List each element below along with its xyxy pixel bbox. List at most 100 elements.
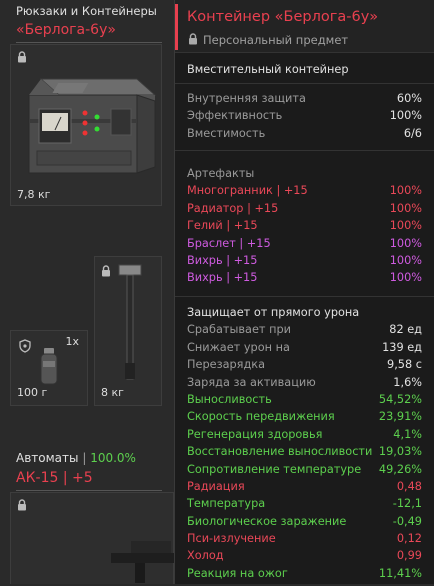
effect-stat-label: Пси-излучение [187,532,276,546]
artifact-value: 100% [389,201,422,215]
artifact-value: 100% [389,271,422,285]
effect-stat-label: Реакция на ожог [187,566,288,580]
artifact-row: Гелий | +15 100% [175,217,434,234]
weapon-upgrade: | +5 [62,470,93,486]
item-type: Вместительный контейнер [187,63,349,76]
basic-stat-value: 6/6 [403,126,422,140]
effect-stat-row: Скорость передвижения 23,91% [175,408,434,425]
artifact-label: Браслет | +15 [187,236,271,250]
artifact-label: Радиатор | +15 [187,201,279,215]
inventory-panel: Рюкзаки и Контейнеры «Берлога-6у» 7,8 кг… [0,0,180,584]
basic-stat-value: 60% [396,92,422,105]
artifact-row: Браслет | +15 100% [175,235,434,252]
basic-stat-row: Вместимость 6/6 [175,125,434,142]
effect-stat-row: Холод 0,99 [175,547,434,564]
lock-icon [17,499,27,511]
container-slot[interactable]: 7,8 кг [10,44,162,206]
grenade-count: 1х [65,335,79,348]
container-weight: 7,8 кг [17,188,51,201]
type-section: Вместительный контейнер [175,58,434,84]
effect-stat-row: Реакция на ожог 11,41% [175,565,434,582]
lock-icon [101,265,111,277]
effect-stat-label: Регенерация здоровья [187,427,323,441]
artifacts-header: Артефакты [187,167,255,180]
protection-stat-label: Снижает урон на [187,340,290,354]
hammer-slot[interactable]: 8 кг [94,256,162,406]
protection-stat-label: Срабатывает при [187,323,291,337]
tooltip-header: Контейнер «Берлога-6у» Персональный пред… [175,0,434,53]
artifact-label: Гелий | +15 [187,219,258,233]
effect-stat-label: Температура [187,497,266,511]
rifle-image [111,513,175,586]
effect-stat-label: Биологическое заражение [187,514,347,528]
artifacts-section: Артефакты Многогранник | +15 100% Радиатор… [175,157,434,297]
effect-stat-value: -0,49 [392,514,422,528]
weapons-label: Автоматы [16,451,79,465]
artifact-label: Многогранник | +15 [187,184,308,198]
effect-stat-label: Восстановление выносливости [187,445,373,459]
protection-stat-row: Перезарядка 9,58 с [175,356,434,373]
protection-stat-row: Срабатывает при 82 ед [175,321,434,338]
lock-icon [188,33,198,45]
effect-stat-value: 49,26% [378,462,422,476]
basic-stat-row: Внутренняя защита 60% [175,90,434,107]
tooltip-subtitle: Персональный предмет [203,33,349,47]
effect-stat-row: Выносливость 54,52% [175,391,434,408]
basic-stat-label: Внутренняя защита [187,92,306,105]
tooltip-title: Контейнер «Берлога-6у» [187,9,379,25]
artifact-row: Вихрь | +15 100% [175,252,434,269]
artifact-value: 100% [389,253,422,267]
effect-stat-label: Выносливость [187,392,272,406]
protection-stat-value: 9,58 с [387,358,422,372]
protection-header: Защищает от прямого урона [187,306,360,319]
effect-stat-row: Регенерация здоровья 4,1% [175,426,434,443]
artifact-value: 100% [389,219,422,233]
weapons-category: Автоматы | 100.0% [16,451,136,465]
weapons-percent: 100.0% [90,451,136,465]
item-name: «Берлога-6у» [16,22,116,38]
effect-stat-value: 4,1% [393,427,422,441]
item-tooltip: Контейнер «Берлога-6у» Персональный пред… [174,0,434,584]
effect-stat-value: 0,12 [396,532,422,546]
effect-stat-value: 11,41% [378,566,422,580]
basic-stat-row: Эффективность 100% [175,107,434,124]
effect-stat-value: 19,03% [378,445,422,459]
effect-stat-row: Пси-излучение 0,12 [175,530,434,547]
effect-stat-value: 0,48 [396,479,422,493]
shield-icon [19,339,31,356]
effect-stat-label: Холод [187,549,224,563]
grenade-slot[interactable]: 1х 100 г [10,330,88,406]
effect-stat-row: Радиация 0,48 [175,478,434,495]
effect-stat-row: Сопротивление температуре 49,26% [175,461,434,478]
basic-stats-section: Внутренняя защита 60% Эффективность 100% Вме… [175,89,434,151]
grenade-weight: 100 г [17,386,48,399]
effect-stat-value: -12,1 [392,497,422,511]
artifact-value: 100% [389,236,422,250]
artifact-row: Вихрь | +15 100% [175,269,434,286]
protection-stat-label: Заряда за активацию [187,375,316,389]
artifact-row: Многогранник | +15 100% [175,182,434,199]
protection-section: Защищает от прямого урона Срабатывает пр… [175,302,434,584]
grenade-image [37,347,61,390]
protection-stat-value: 1,6% [393,375,422,389]
effect-stat-row: Восстановление выносливости 19,03% [175,443,434,460]
effect-stat-label: Скорость передвижения [187,410,335,424]
artifact-row: Радиатор | +15 100% [175,200,434,217]
weapons-separator: | [82,451,87,465]
weapons-underline [16,490,162,491]
artifact-label: Вихрь | +15 [187,271,258,285]
effect-stat-row: Биологическое заражение -0,49 [175,513,434,530]
container-image [19,61,159,184]
effect-stat-label: Сопротивление температуре [187,462,362,476]
effect-stat-label: Радиация [187,479,245,493]
basic-stat-label: Вместимость [187,126,266,140]
protection-stat-label: Перезарядка [187,358,266,372]
category-title: Рюкзаки и Контейнеры [16,4,157,18]
hammer-image [115,263,145,386]
effect-stat-value: 54,52% [378,392,422,406]
artifact-value: 100% [389,184,422,198]
rarity-bar [175,4,178,50]
weapon-slot[interactable] [10,492,175,586]
effect-stat-row: Температура -12,1 [175,495,434,512]
protection-stat-row: Заряда за активацию 1,6% [175,374,434,391]
